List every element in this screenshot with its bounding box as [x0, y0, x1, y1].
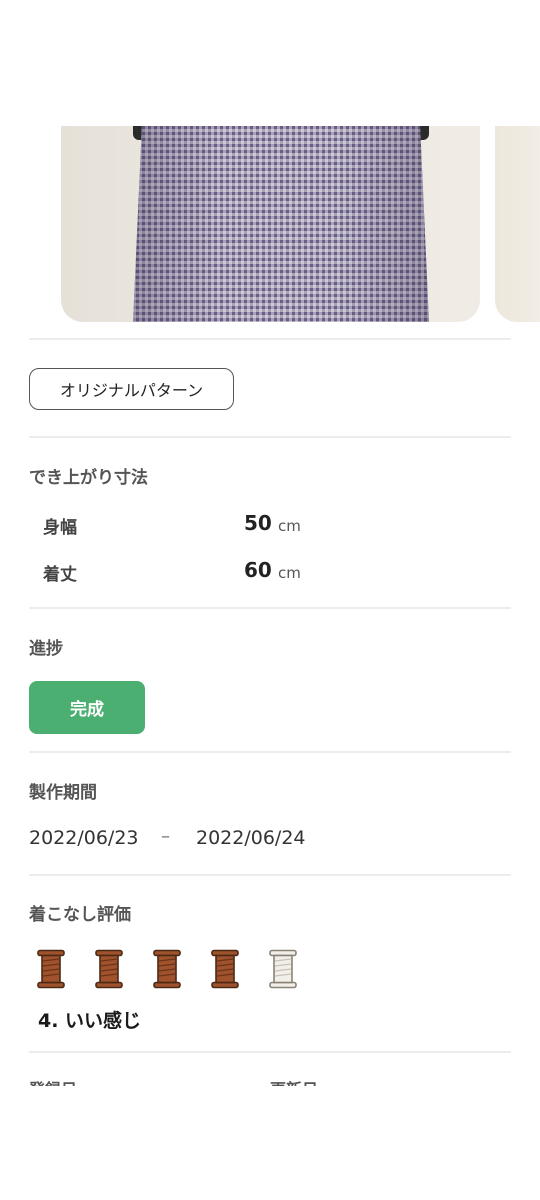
- start-date[interactable]: 2022/06/23: [29, 827, 139, 849]
- divider: [29, 874, 511, 876]
- dimension-value: 60: [244, 558, 272, 582]
- dimension-label: 着丈: [43, 565, 77, 585]
- thread-spool-icon[interactable]: [152, 949, 182, 989]
- dimension-label: 身幅: [43, 518, 77, 538]
- divider: [29, 338, 511, 340]
- thread-spool-icon[interactable]: [36, 949, 66, 989]
- dimension-row-length: 着丈 60 cm: [43, 558, 343, 588]
- pattern-tag[interactable]: オリジナルパターン: [29, 368, 234, 410]
- divider: [29, 436, 511, 438]
- thread-spool-icon[interactable]: [94, 949, 124, 989]
- next-photo-preview[interactable]: [495, 126, 540, 322]
- rating-title: 着こなし評価: [29, 905, 131, 925]
- dimension-value: 50: [244, 511, 272, 535]
- progress-status-button[interactable]: 完成: [29, 681, 145, 734]
- thread-spool-icon[interactable]: [210, 949, 240, 989]
- dimension-unit: cm: [278, 517, 301, 535]
- progress-title: 進捗: [29, 639, 63, 659]
- end-date[interactable]: 2022/06/24: [196, 827, 306, 849]
- thread-spool-icon[interactable]: [268, 949, 298, 989]
- photo-carousel[interactable]: [0, 126, 540, 322]
- dimensions-title: でき上がり寸法: [29, 468, 148, 488]
- divider: [29, 751, 511, 753]
- divider: [29, 607, 511, 609]
- divider: [29, 1051, 511, 1053]
- bottom-fade: [0, 1086, 540, 1200]
- garment-shading: [133, 126, 429, 322]
- date-separator: –: [161, 826, 170, 847]
- dimension-row-width: 身幅 50 cm: [43, 511, 343, 541]
- rating-label: 4. いい感じ: [38, 1010, 142, 1032]
- period-title: 製作期間: [29, 783, 97, 803]
- garment-photo[interactable]: [61, 126, 480, 322]
- rating-spools[interactable]: [36, 949, 298, 989]
- dimension-unit: cm: [278, 564, 301, 582]
